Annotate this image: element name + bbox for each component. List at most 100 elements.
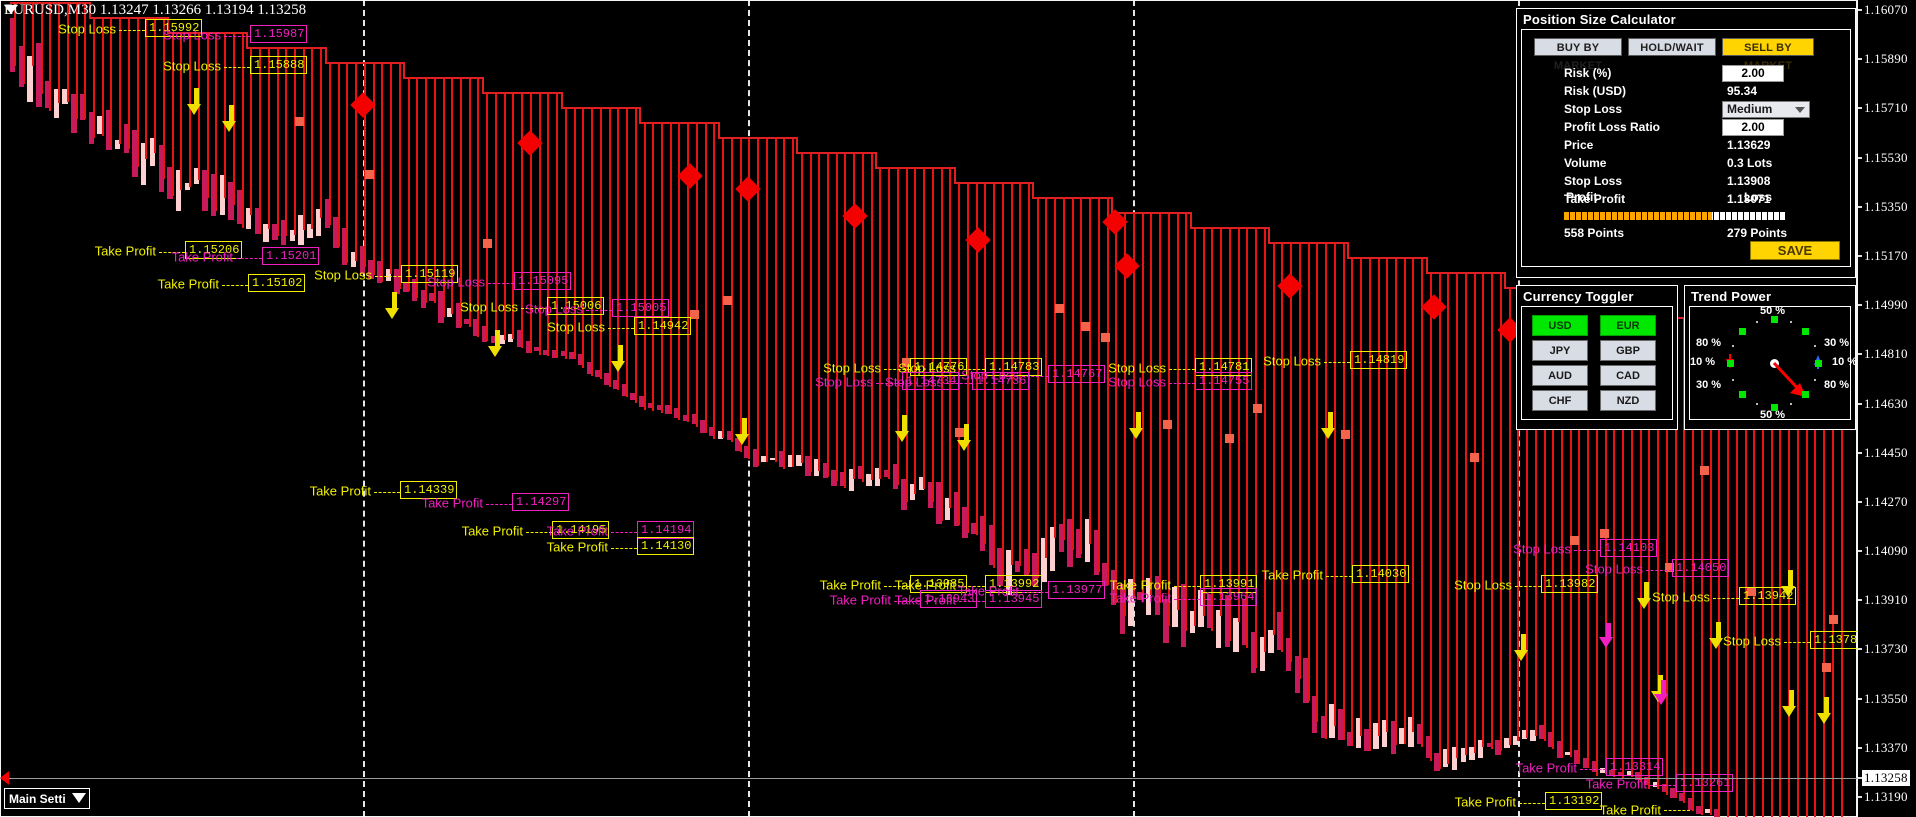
label-price-value: 1.13192	[1545, 792, 1603, 810]
main-settings-label: Main Setti	[9, 792, 66, 806]
label-price-value: 1.13942	[1739, 587, 1797, 605]
down-arrow-icon	[735, 434, 749, 445]
price-dot-marker	[1700, 466, 1709, 475]
envelope-hatch	[1394, 257, 1397, 746]
envelope-hatch	[853, 152, 856, 479]
chart-price-label: Take Profit 1.14130	[547, 537, 695, 555]
dial-level-marker	[1770, 403, 1778, 411]
envelope-hatch	[870, 152, 873, 481]
chart-price-label: Stop Loss 1.14942	[547, 317, 692, 335]
envelope-line	[1504, 272, 1507, 288]
envelope-hatch	[949, 167, 952, 509]
label-price-value: 1.13261	[1676, 774, 1734, 792]
envelope-hatch	[722, 137, 725, 439]
field-label: Profit Loss Ratio	[1564, 120, 1661, 134]
panel-title: Currency Toggler	[1523, 289, 1634, 304]
price-dot-marker	[690, 310, 699, 319]
currency-button-chf[interactable]: CHF	[1532, 390, 1588, 411]
hold-wait-button[interactable]: HOLD/WAIT	[1628, 38, 1716, 56]
label-leader-line	[946, 382, 972, 384]
envelope-hatch	[1482, 272, 1485, 748]
label-leader-line	[375, 275, 401, 277]
label-leader-line	[611, 531, 637, 533]
dial-level-marker	[1814, 359, 1822, 367]
currency-button-usd[interactable]: USD	[1532, 315, 1588, 336]
tick-label: 1.15170	[1864, 247, 1908, 263]
envelope-hatch	[372, 61, 375, 275]
price-dot-marker	[723, 296, 732, 305]
dial-level-marker	[1726, 359, 1734, 367]
envelope-line	[1032, 182, 1035, 198]
envelope-line	[1425, 257, 1428, 273]
field-select[interactable]: Medium	[1722, 101, 1810, 118]
field-input[interactable]: 2.00	[1722, 119, 1784, 136]
envelope-hatch	[1150, 212, 1153, 596]
label-caption: Stop Loss	[525, 301, 583, 316]
envelope-hatch	[180, 31, 183, 190]
price-dot-marker	[295, 117, 304, 126]
tick-mark	[1858, 58, 1862, 61]
candle-wick	[143, 142, 145, 185]
tick-mark	[1858, 500, 1862, 503]
currency-button-gbp[interactable]: GBP	[1600, 340, 1656, 361]
label-price-value: 1.15201	[262, 247, 320, 265]
envelope-hatch	[206, 31, 209, 199]
envelope-hatch	[267, 46, 270, 229]
label-leader-line	[1519, 802, 1545, 804]
envelope-hatch	[154, 16, 157, 154]
price-axis[interactable]: 1.16070 1.15890 1.15710 1.15530 1.15350 1.151…	[1857, 0, 1916, 817]
envelope-hatch	[460, 76, 462, 327]
field-label: Stop Loss	[1564, 174, 1623, 188]
buy-by-market-button[interactable]: BUY BY MARKET	[1534, 38, 1622, 72]
envelope-hatch	[634, 106, 637, 404]
envelope-hatch	[241, 31, 244, 229]
envelope-hatch	[145, 16, 148, 159]
field-input[interactable]: 2.00	[1722, 65, 1784, 82]
tick-label: 1.15530	[1864, 149, 1908, 165]
down-arrow-icon	[385, 308, 399, 319]
label-price-value: 1.14819	[1350, 351, 1408, 369]
envelope-hatch	[1202, 227, 1205, 616]
save-button[interactable]: SAVE	[1750, 241, 1840, 260]
field-label: Risk (USD)	[1564, 84, 1627, 98]
dial-label: 10 %	[1832, 356, 1858, 368]
envelope-line	[324, 46, 327, 62]
dial-label: 50 %	[1760, 409, 1786, 421]
sell-by-market-button[interactable]: SELL BY MARKET	[1722, 38, 1814, 72]
tick-mark	[1858, 697, 1862, 700]
currency-button-aud[interactable]: AUD	[1532, 365, 1588, 386]
currency-button-cad[interactable]: CAD	[1600, 365, 1656, 386]
down-arrow-icon	[1709, 638, 1723, 649]
label-price-value: 1.15102	[248, 274, 306, 292]
dial-pip	[1756, 321, 1759, 324]
tick-label: 1.15710	[1864, 100, 1908, 116]
label-price-value: 1.14767	[1048, 365, 1106, 383]
down-arrow-icon	[222, 121, 236, 132]
envelope-hatch	[1473, 272, 1476, 754]
profit-points: 558 Points	[1564, 226, 1625, 240]
label-leader-line	[1515, 585, 1541, 587]
price-dot-marker	[1829, 615, 1838, 624]
label-caption: Stop Loss	[1652, 589, 1710, 604]
label-leader-line	[1326, 575, 1352, 577]
label-caption: Take Profit	[894, 592, 956, 607]
envelope-hatch	[626, 106, 629, 398]
currency-button-jpy[interactable]: JPY	[1532, 340, 1588, 361]
candle-wick	[1384, 719, 1386, 748]
envelope-hatch	[328, 61, 331, 226]
label-price-value: 1.14030	[1352, 565, 1410, 583]
envelope-hatch	[468, 76, 471, 327]
profit-loss-meter-wrap	[1522, 212, 1850, 220]
envelope-line	[245, 31, 248, 47]
label-leader-line	[222, 284, 248, 286]
envelope-hatch	[1263, 227, 1266, 652]
down-arrow-icon	[1637, 598, 1651, 609]
field-label: Volume	[1564, 156, 1607, 170]
currency-button-nzd[interactable]: NZD	[1600, 390, 1656, 411]
currency-button-eur[interactable]: EUR	[1600, 315, 1656, 336]
panel-body: BUY BY MARKET HOLD/WAIT SELL BY MARKET R…	[1521, 29, 1851, 267]
price-dot-marker	[1600, 529, 1609, 538]
down-arrow-icon	[1514, 650, 1528, 661]
main-settings-button[interactable]: Main Setti	[4, 788, 90, 809]
envelope-hatch	[1307, 242, 1310, 701]
